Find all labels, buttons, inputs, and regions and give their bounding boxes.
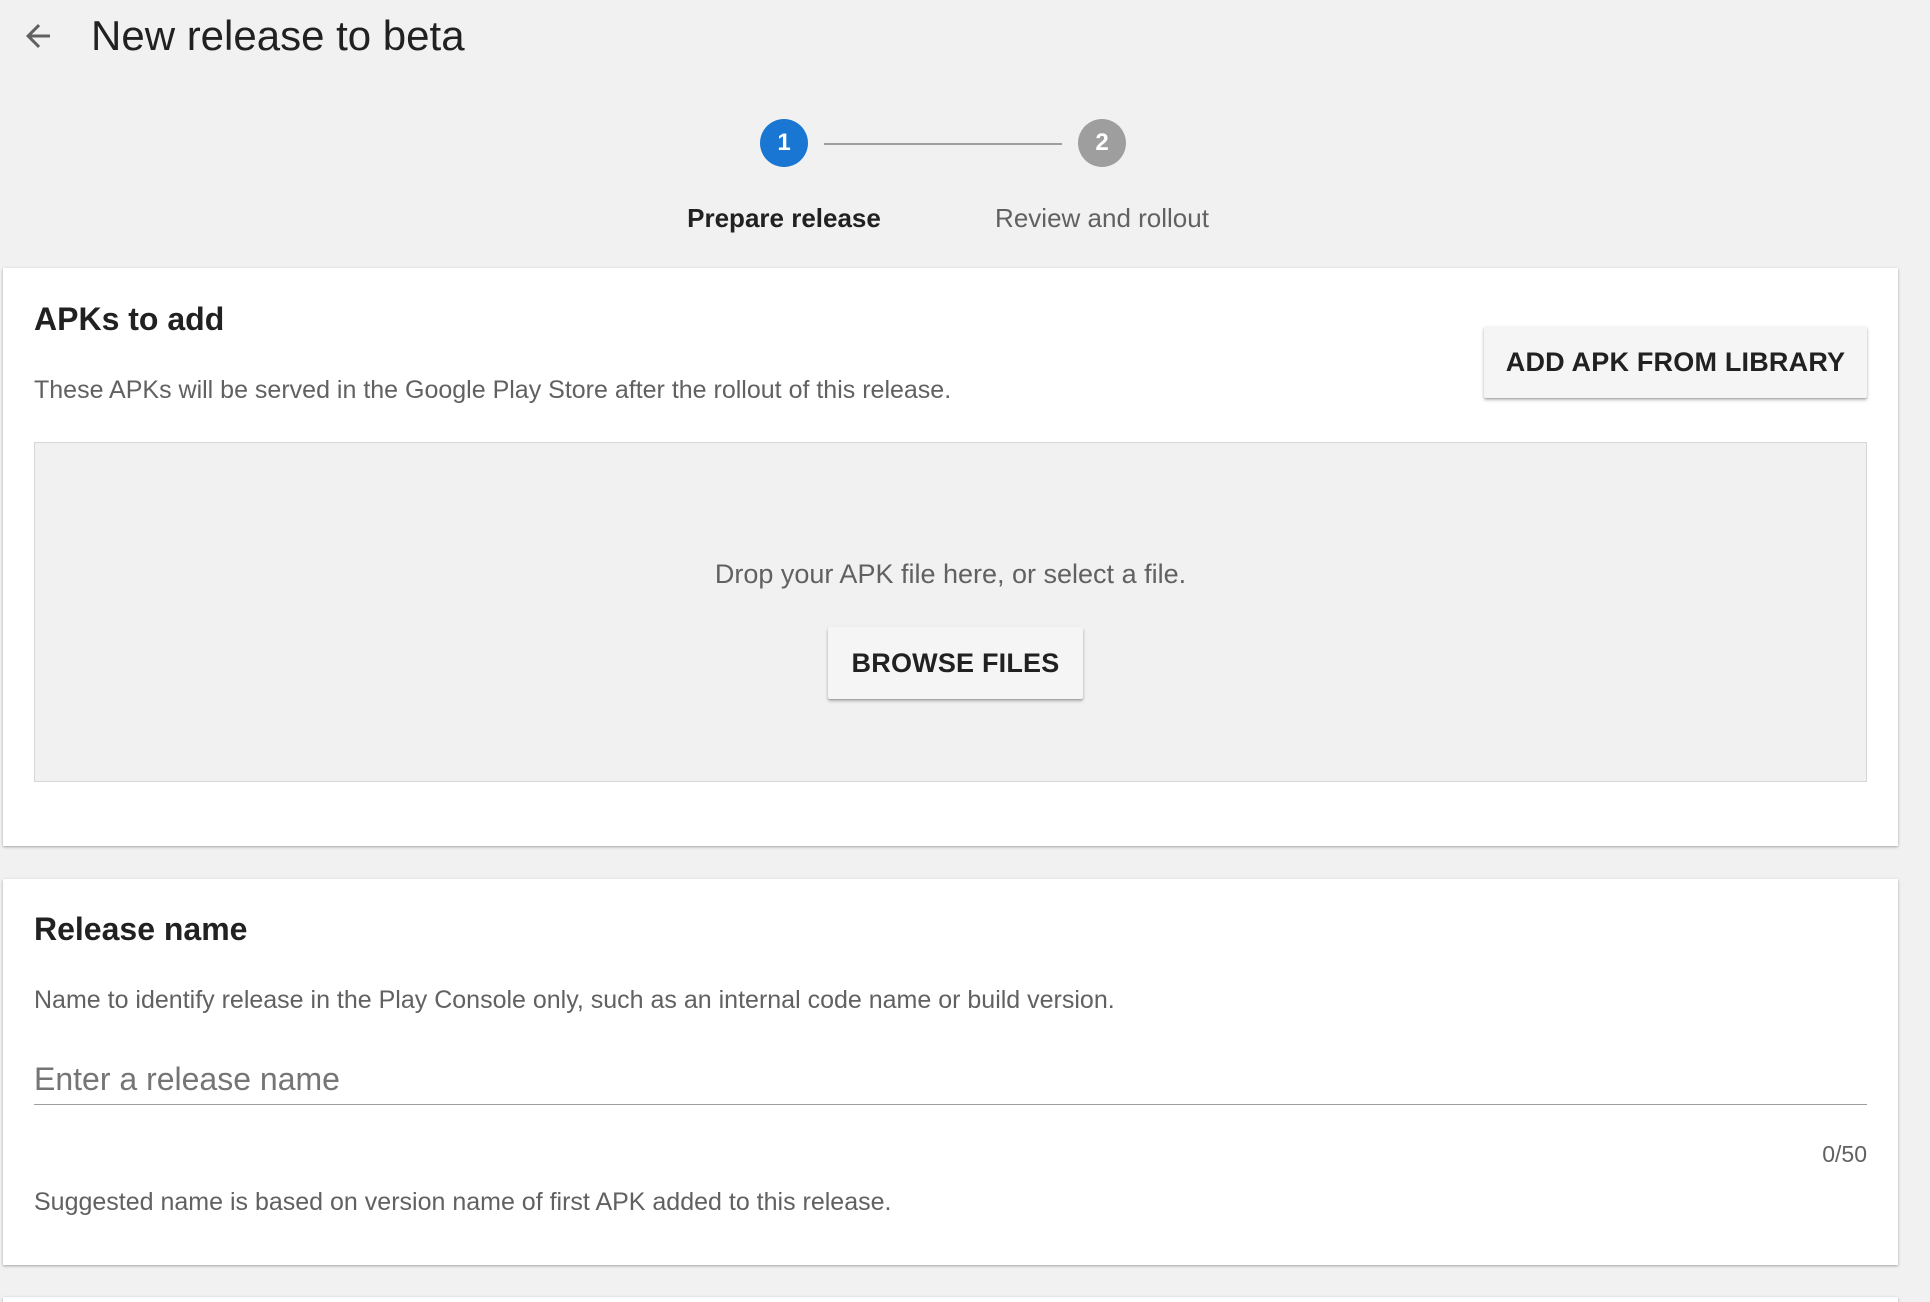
- page-title: New release to beta: [91, 12, 465, 59]
- page: New release to beta 1 2 Prepare release …: [0, 0, 1930, 1302]
- step-connector: [824, 143, 1062, 145]
- step-1-indicator[interactable]: 1: [760, 119, 808, 167]
- step-2-indicator[interactable]: 2: [1078, 119, 1126, 167]
- apks-card-description: These APKs will be served in the Google …: [34, 376, 952, 404]
- arrow-left-icon: [26, 24, 50, 48]
- release-card-title: Release name: [34, 911, 248, 947]
- release-stepper: 1 2 Prepare release Review and rollout: [0, 110, 1930, 240]
- add-apk-from-library-button[interactable]: ADD APK FROM LIBRARY: [1484, 326, 1867, 398]
- apks-card-title: APKs to add: [34, 301, 225, 337]
- back-button[interactable]: [14, 12, 62, 60]
- character-counter: 0/50: [1822, 1141, 1867, 1167]
- release-name-card: Release name Name to identify release in…: [3, 879, 1898, 1265]
- browse-files-button[interactable]: BROWSE FILES: [828, 627, 1083, 699]
- step-2-label[interactable]: Review and rollout: [995, 202, 1209, 234]
- apks-to-add-card: APKs to add These APKs will be served in…: [3, 268, 1898, 846]
- release-name-input[interactable]: [34, 1055, 1867, 1105]
- dropzone-text: Drop your APK file here, or select a fil…: [714, 559, 1187, 589]
- next-card-edge: [3, 1297, 1898, 1302]
- release-card-description: Name to identify release in the Play Con…: [34, 986, 1115, 1014]
- release-name-hint: Suggested name is based on version name …: [34, 1188, 892, 1216]
- apk-dropzone[interactable]: Drop your APK file here, or select a fil…: [34, 442, 1867, 782]
- app-header: New release to beta: [0, 0, 1930, 80]
- step-1-label[interactable]: Prepare release: [687, 202, 881, 234]
